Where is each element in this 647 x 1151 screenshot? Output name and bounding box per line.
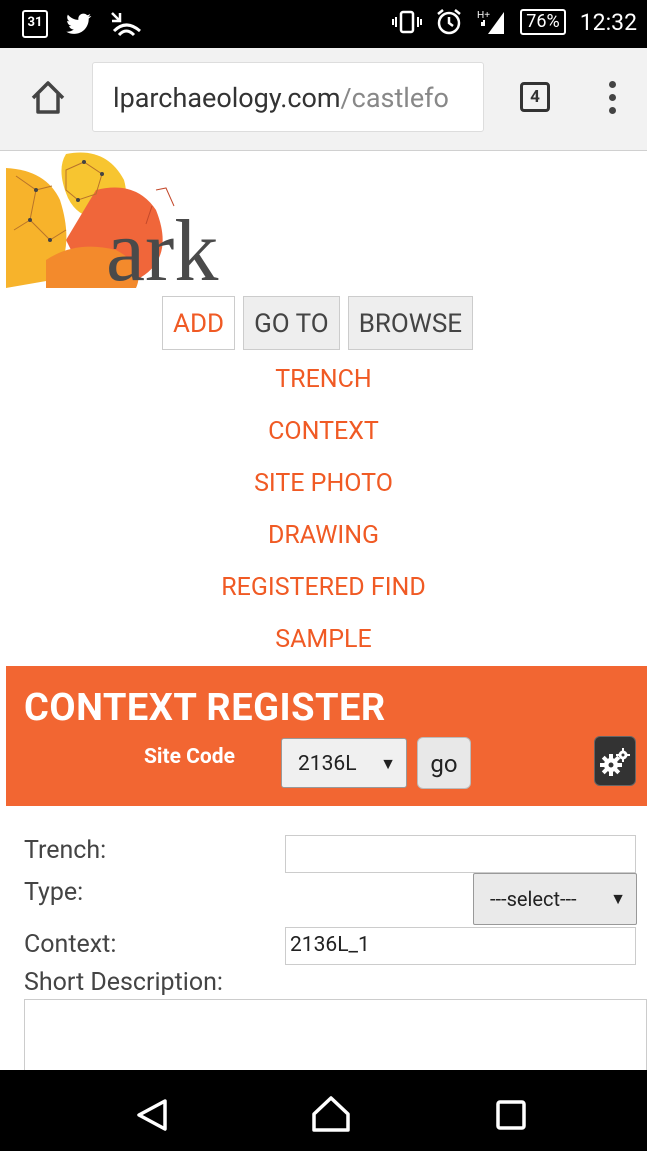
submenu-item-site-photo[interactable]: SITE PHOTO <box>0 464 647 516</box>
url-host: lparchaeology.com <box>113 82 341 114</box>
submenu-item-registered-find[interactable]: REGISTERED FIND <box>0 568 647 620</box>
site-code-label: Site Code <box>144 745 235 769</box>
wifi-missed-icon <box>111 12 141 37</box>
address-bar[interactable]: lparchaeology.com/castlefo <box>92 62 484 132</box>
type-label: Type: <box>24 878 84 907</box>
recents-icon[interactable] <box>494 1098 528 1132</box>
submenu-item-sample[interactable]: SAMPLE <box>0 620 647 672</box>
battery-indicator: 76% <box>520 9 566 35</box>
browser-toolbar: lparchaeology.com/castlefo 4 <box>0 48 647 151</box>
tab-browse[interactable]: BROWSE <box>347 296 474 350</box>
vibrate-icon <box>392 10 423 34</box>
context-label: Context: <box>24 930 117 959</box>
back-icon[interactable] <box>131 1095 171 1135</box>
logo-text: ark <box>106 203 218 288</box>
tab-go-to[interactable]: GO TO <box>243 296 340 350</box>
site-code-value: 2136L <box>298 752 357 776</box>
clock: 12:32 <box>579 8 637 36</box>
submenu-item-drawing[interactable]: DRAWING <box>0 516 647 568</box>
system-nav-bar <box>0 1070 647 1151</box>
gears-icon <box>600 748 630 776</box>
signal-icon: H+ <box>477 10 505 34</box>
go-button[interactable]: go <box>417 737 471 789</box>
ark-logo[interactable]: ark <box>6 150 276 300</box>
add-submenu: TRENCH CONTEXT SITE PHOTO DRAWING REGIST… <box>0 360 647 672</box>
url-path: /castlefo <box>340 82 449 114</box>
overflow-menu-button[interactable] <box>606 78 618 118</box>
twitter-icon <box>66 13 92 34</box>
register-title: CONTEXT REGISTER <box>24 686 386 730</box>
submenu-item-context[interactable]: CONTEXT <box>0 412 647 464</box>
status-bar: 31 H+ 76% 12:32 <box>0 0 647 48</box>
trench-label: Trench: <box>24 836 107 865</box>
home-icon <box>31 81 65 114</box>
tab-switcher-button[interactable]: 4 <box>520 82 550 112</box>
trench-input[interactable] <box>285 835 636 873</box>
tab-add[interactable]: ADD <box>162 296 236 350</box>
home-button[interactable] <box>28 78 68 118</box>
dropdown-arrow-icon: ▼ <box>380 754 396 773</box>
register-header: CONTEXT REGISTER Site Code 2136L ▼ go <box>6 666 647 806</box>
svg-text:H+: H+ <box>477 10 490 21</box>
context-input[interactable]: 2136L_1 <box>285 927 636 965</box>
dropdown-arrow-icon: ▼ <box>610 889 626 908</box>
home-nav-icon[interactable] <box>310 1094 352 1136</box>
settings-button[interactable] <box>594 736 636 786</box>
type-select[interactable]: ---select--- ▼ <box>473 873 637 925</box>
main-nav: ADD GO TO BROWSE <box>162 296 474 350</box>
alarm-icon <box>437 9 462 35</box>
type-select-value: ---select--- <box>490 887 577 911</box>
calendar-icon: 31 <box>22 10 48 38</box>
submenu-item-trench[interactable]: TRENCH <box>0 360 647 412</box>
site-code-select[interactable]: 2136L ▼ <box>281 738 407 788</box>
short-description-label: Short Description: <box>24 968 223 997</box>
